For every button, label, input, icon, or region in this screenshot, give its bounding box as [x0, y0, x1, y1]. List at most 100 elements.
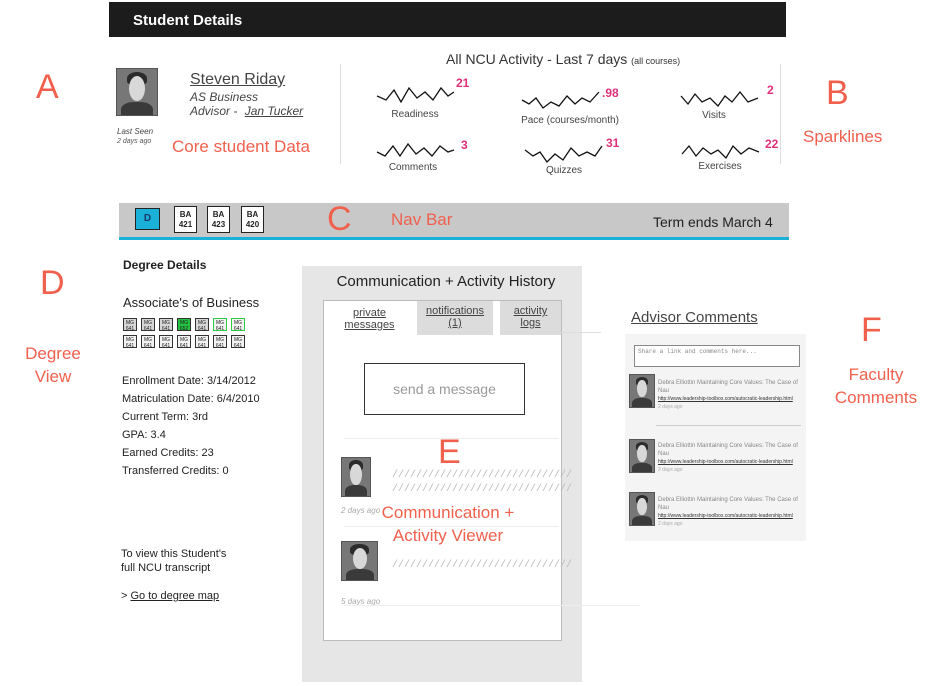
- course-nav-button[interactable]: BA 421: [174, 206, 197, 233]
- advisor-line: Advisor - Jan Tucker: [190, 104, 303, 118]
- nav-bar-accent: [119, 237, 789, 240]
- commenter-avatar: [629, 439, 655, 473]
- degree-map-link[interactable]: Go to degree map: [131, 590, 220, 602]
- sparkline-label: Pace (courses/month): [521, 115, 619, 126]
- commenter-avatar: [629, 374, 655, 408]
- comment-author: Debra Elliottin: [658, 380, 696, 386]
- course-code: BA: [246, 210, 259, 219]
- degree-nav-button[interactable]: D: [135, 208, 160, 230]
- sender-avatar: [341, 541, 378, 581]
- comment-link[interactable]: http://www.leadership-toolbox.com/autocr…: [658, 512, 798, 520]
- divider: [344, 605, 640, 606]
- comment-link[interactable]: http://www.leadership-toolbox.com/autocr…: [658, 395, 798, 403]
- degree-progress-grid: MG 641 MG 641 MG 641 MG 652 MG 641 MG 641 MG 6…: [123, 318, 249, 352]
- send-message-input[interactable]: send a message: [364, 363, 525, 415]
- tab-notifications[interactable]: notifications (1): [417, 301, 493, 335]
- student-program: AS Business: [190, 90, 259, 104]
- sparkline-exercises: [681, 144, 760, 160]
- degree-course-cell: MG 641: [195, 318, 209, 332]
- comment-date: 2 days ago: [658, 404, 683, 410]
- comment-link[interactable]: http://www.leadership-toolbox.com/autocr…: [658, 458, 798, 466]
- degree-name: Associate's of Business: [123, 295, 260, 310]
- course-number: 423: [211, 220, 226, 229]
- degree-course-cell: MG 641: [177, 335, 191, 349]
- commenter-avatar: [629, 492, 655, 526]
- activity-title: All NCU Activity - Last 7 days (all cour…: [446, 51, 680, 67]
- comment-author: Debra Elliottin: [658, 443, 696, 449]
- degree-course-cell: MG 641: [159, 318, 173, 332]
- transcript-note-line: To view this Student's: [121, 548, 227, 560]
- activity-title-text: All NCU Activity - Last 7 days: [446, 51, 628, 67]
- sparkline-value: 21: [456, 76, 470, 90]
- term-ends-text: Term ends March 4: [653, 214, 773, 230]
- degree-course-cell: MG 641: [231, 318, 245, 332]
- degree-course-cell: MG 641: [231, 335, 245, 349]
- course-number: 421: [178, 220, 193, 229]
- divider: [780, 64, 781, 164]
- page-title: Student Details: [133, 12, 243, 29]
- communication-title: Communication + Activity History: [336, 273, 556, 290]
- annotation-label-b: Sparklines: [803, 127, 883, 146]
- last-seen-value: 2 days ago: [117, 138, 152, 145]
- degree-fact: Current Term: 3rd: [122, 411, 208, 423]
- annotation-line: Comments: [834, 388, 918, 407]
- course-number: 420: [245, 220, 260, 229]
- annotation-letter-d: D: [40, 264, 65, 302]
- student-name-link[interactable]: Steven Riday: [190, 71, 285, 89]
- degree-fact: Enrollment Date: 3/14/2012: [122, 375, 256, 387]
- divider: [561, 332, 601, 333]
- tab-label: activity: [513, 305, 548, 317]
- comment-date: 2 days ago: [658, 521, 683, 527]
- annotation-letter-f: F: [861, 311, 882, 349]
- sparkline-label: Readiness: [391, 109, 439, 120]
- degree-fact: Transferred Credits: 0: [122, 465, 229, 477]
- degree-fact: GPA: 3.4: [122, 429, 166, 441]
- course-nav-button[interactable]: BA 420: [241, 206, 264, 233]
- degree-fact: Matriculation Date: 6/4/2010: [122, 393, 260, 405]
- tab-activity-logs[interactable]: activity logs: [500, 301, 561, 335]
- tab-private-messages[interactable]: private messages: [324, 301, 415, 335]
- transcript-note-line: full NCU transcript: [121, 562, 211, 574]
- annotation-letter-e: E: [438, 433, 461, 471]
- degree-course-cell: MG 641: [195, 335, 209, 349]
- advisor-name-link[interactable]: Jan Tucker: [245, 104, 303, 118]
- advisor-prefix: Advisor -: [190, 104, 238, 118]
- divider: [340, 64, 341, 164]
- annotation-line: Communication +: [381, 503, 515, 522]
- comment-author: Debra Elliottin: [658, 497, 696, 503]
- sender-avatar: [341, 457, 371, 497]
- advisor-comments-heading: Advisor Comments: [631, 309, 758, 326]
- annotation-letter-a: A: [36, 68, 59, 106]
- degree-course-cell: MG 641: [213, 318, 227, 332]
- sparkline-value: 31: [606, 136, 620, 150]
- degree-fact: Earned Credits: 23: [122, 447, 214, 459]
- student-avatar: [116, 68, 158, 116]
- divider: [656, 425, 801, 426]
- sparkline-comments: [376, 142, 455, 158]
- message-line: //////////////////////////////: [392, 484, 573, 495]
- degree-course-cell: MG 652: [177, 318, 191, 332]
- advisor-comment-input[interactable]: Share a link and comments here...: [634, 345, 800, 367]
- degree-course-cell: MG 641: [141, 318, 155, 332]
- annotation-label-a: Core student Data: [172, 137, 310, 156]
- comment-date: 2 days ago: [658, 467, 683, 473]
- sparkline-readiness: [376, 86, 455, 104]
- degree-course-cell: MG 641: [123, 318, 137, 332]
- sparkline-label: Comments: [388, 162, 438, 173]
- annotation-line: Activity Viewer: [392, 526, 504, 545]
- sparkline-value: 3: [461, 138, 468, 152]
- tab-label: logs: [520, 317, 541, 329]
- sparkline-label: Visits: [702, 110, 726, 121]
- course-nav-button[interactable]: BA 423: [207, 206, 230, 233]
- degree-course-cell: MG 641: [159, 335, 173, 349]
- annotation-letter-c: C: [327, 200, 352, 238]
- annotation-label-d: Degree View: [23, 342, 83, 388]
- degree-details-heading: Degree Details: [123, 258, 207, 272]
- activity-title-note: (all courses): [631, 56, 681, 66]
- advisor-comment: Debra Elliottin Maintaining Core Values:…: [658, 442, 798, 474]
- annotation-label-c: Nav Bar: [391, 210, 453, 229]
- sparkline-label: Quizzes: [545, 165, 583, 176]
- sparkline-visits: [680, 90, 759, 108]
- degree-facts: Enrollment Date: 3/14/2012 Matriculation …: [122, 372, 260, 480]
- degree-map-prefix: >: [121, 590, 128, 602]
